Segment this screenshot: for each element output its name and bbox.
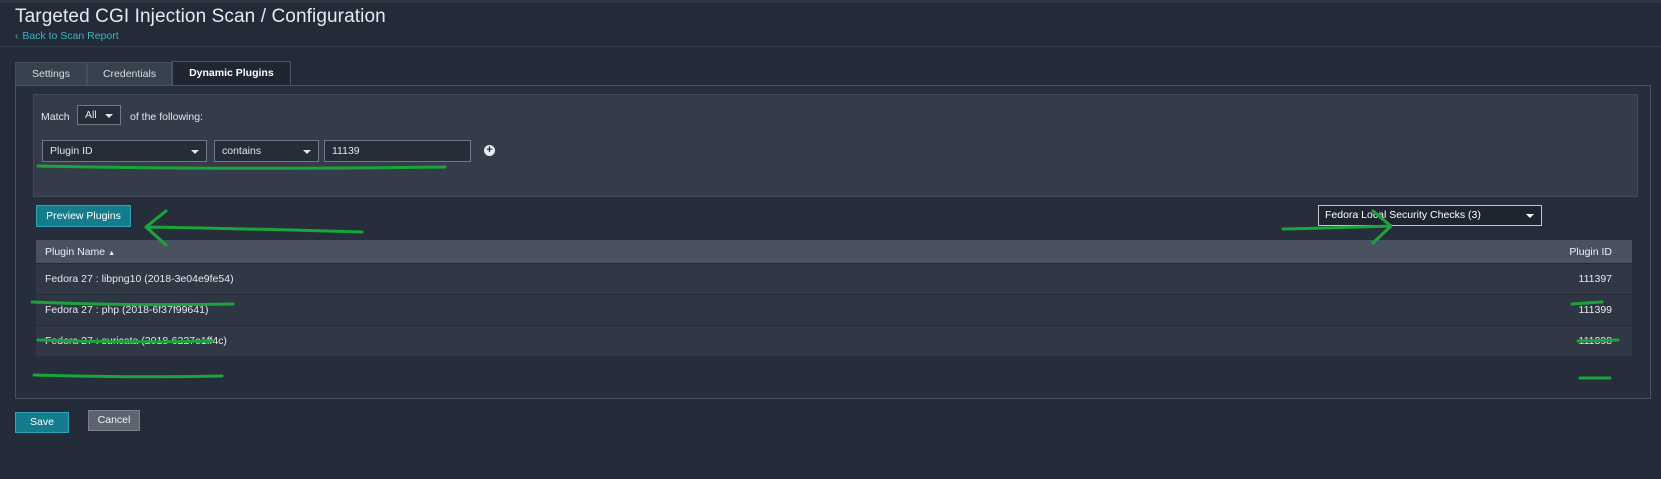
match-label: Match xyxy=(41,111,70,123)
table-header: Plugin Name ▲ Plugin ID xyxy=(36,240,1632,263)
plugin-id-cell: 111398 xyxy=(1578,335,1612,347)
caret-down-icon xyxy=(105,114,113,118)
match-select[interactable]: All xyxy=(77,105,121,125)
table-row[interactable]: Fedora 27 : libpng10 (2018-3e04e9fe54) 1… xyxy=(36,263,1632,294)
plugin-name-cell: Fedora 27 : libpng10 (2018-3e04e9fe54) xyxy=(45,273,234,285)
following-label: of the following: xyxy=(130,111,203,123)
cancel-button[interactable]: Cancel xyxy=(88,410,140,431)
caret-down-icon xyxy=(1526,214,1534,218)
plugin-name-cell: Fedora 27 : php (2018-6f37f99641) xyxy=(45,304,209,316)
rule-operator-value: contains xyxy=(222,145,262,157)
page-title: Targeted CGI Injection Scan / Configurat… xyxy=(15,6,386,27)
tab-settings[interactable]: Settings xyxy=(15,62,87,85)
table-row[interactable]: Fedora 27 : suricata (2018-6227e1ff4c) 1… xyxy=(36,325,1632,356)
rule-field-select[interactable]: Plugin ID xyxy=(42,140,207,162)
back-link-label: Back to Scan Report xyxy=(22,30,119,42)
filter-box: Match All of the following: Plugin ID co… xyxy=(33,94,1638,197)
top-strip xyxy=(0,0,1661,3)
preview-plugins-button[interactable]: Preview Plugins xyxy=(36,205,131,227)
dynamic-plugins-panel: Match All of the following: Plugin ID co… xyxy=(15,85,1651,399)
config-tabs: Settings Credentials Dynamic Plugins xyxy=(15,61,291,86)
plus-circle-icon[interactable]: + xyxy=(484,145,495,156)
scan-config-page: Targeted CGI Injection Scan / Configurat… xyxy=(0,0,1661,479)
save-button[interactable]: Save xyxy=(15,412,69,433)
column-header-plugin-id[interactable]: Plugin ID xyxy=(1569,246,1612,258)
chevron-left-icon: ‹ xyxy=(15,30,19,42)
back-to-scan-report-link[interactable]: ‹ Back to Scan Report xyxy=(15,30,119,42)
plugin-family-value: Fedora Local Security Checks (3) xyxy=(1325,209,1481,221)
header-divider xyxy=(0,46,1661,47)
rule-field-value: Plugin ID xyxy=(50,145,93,157)
tab-dynamic-plugins[interactable]: Dynamic Plugins xyxy=(172,61,291,86)
plugins-table: Plugin Name ▲ Plugin ID Fedora 27 : libpn… xyxy=(36,240,1632,356)
plugin-id-cell: 111397 xyxy=(1578,273,1612,285)
tab-credentials[interactable]: Credentials xyxy=(86,62,173,85)
sort-ascending-icon: ▲ xyxy=(108,249,116,257)
rule-value-input[interactable]: 11139 xyxy=(324,140,471,162)
plugin-family-select[interactable]: Fedora Local Security Checks (3) xyxy=(1318,205,1542,226)
match-select-value: All xyxy=(85,109,97,121)
rule-operator-select[interactable]: contains xyxy=(214,140,319,162)
table-row[interactable]: Fedora 27 : php (2018-6f37f99641) 111399 xyxy=(36,294,1632,325)
plugin-id-cell: 111399 xyxy=(1578,304,1612,316)
column-header-plugin-name[interactable]: Plugin Name ▲ xyxy=(45,246,115,258)
rule-value-text: 11139 xyxy=(332,145,360,157)
caret-down-icon xyxy=(191,150,199,154)
plugin-name-cell: Fedora 27 : suricata (2018-6227e1ff4c) xyxy=(45,335,227,347)
caret-down-icon xyxy=(303,150,311,154)
